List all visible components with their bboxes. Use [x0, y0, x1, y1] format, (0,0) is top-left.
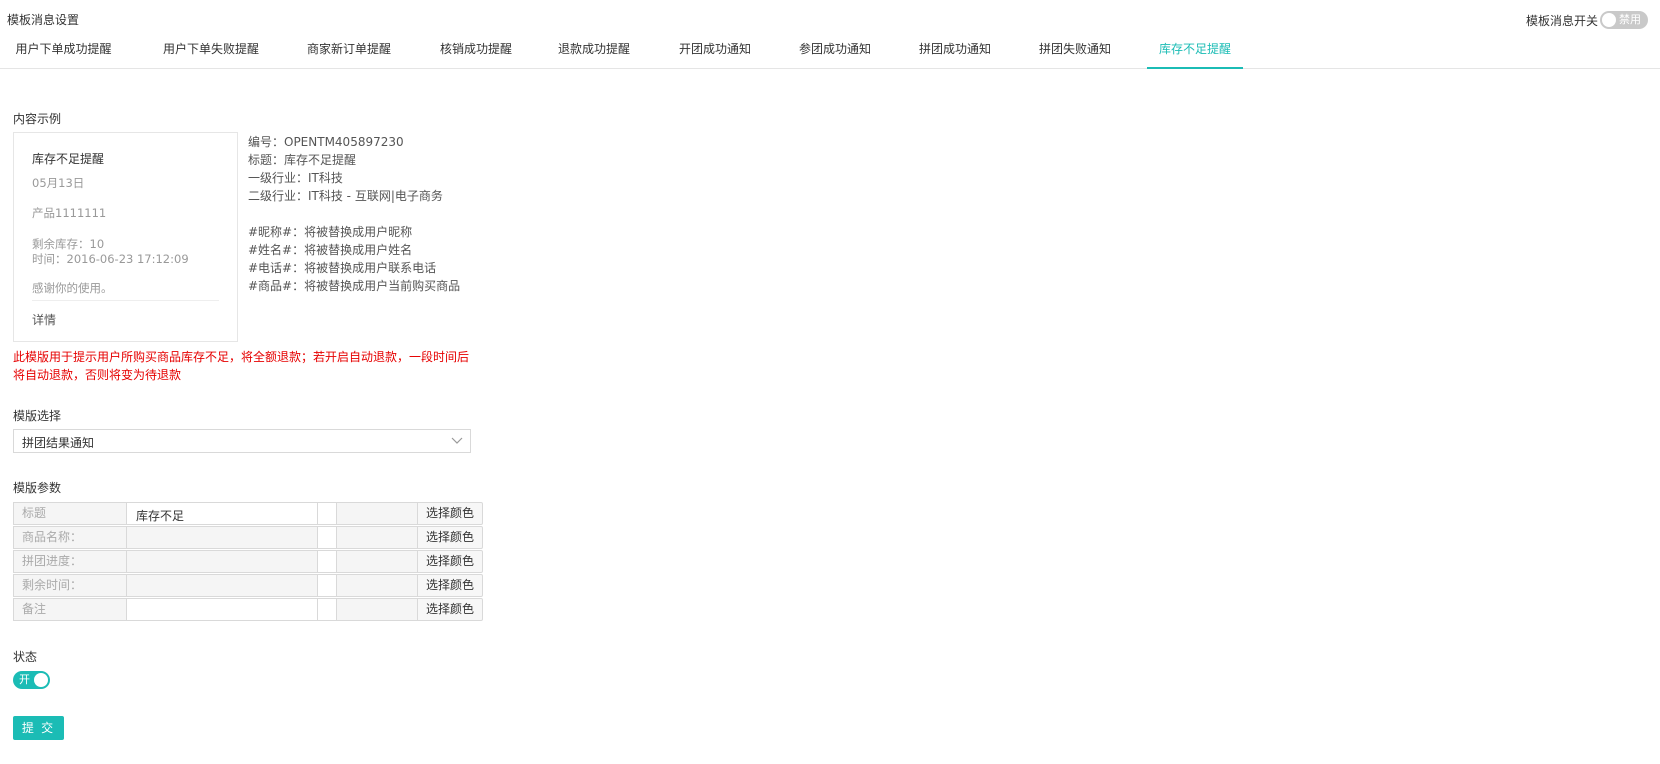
param-row-progress: 拼团进度： 选择颜色 — [13, 550, 483, 574]
preview-product: 产品1111111 — [32, 206, 107, 220]
color-value-field — [336, 574, 418, 597]
submit-button[interactable]: 提 交 — [13, 716, 64, 740]
status-label: 状态 — [13, 650, 38, 664]
color-swatch — [317, 574, 337, 597]
tab-order-success[interactable]: 用户下单成功提醒 — [2, 34, 125, 69]
template-code: 编号：OPENTM405897230 — [248, 135, 404, 149]
template-select-value: 拼团结果通知 — [22, 436, 95, 450]
param-label: 剩余时间： — [13, 574, 127, 597]
preview-stock: 剩余库存：10 — [32, 237, 105, 251]
preview-divider — [32, 300, 219, 301]
status-toggle-text: 开 — [19, 673, 30, 686]
master-switch: 模板消息开关 禁用 — [1526, 11, 1648, 29]
param-label: 商品名称： — [13, 526, 127, 549]
template-industry-2: 二级行业：IT科技 - 互联网|电子商务 — [248, 189, 443, 203]
page-title: 模板消息设置 — [7, 13, 80, 27]
color-swatch — [317, 502, 337, 525]
color-swatch — [317, 526, 337, 549]
choose-color-button[interactable]: 选择颜色 — [417, 598, 483, 621]
tab-group-success[interactable]: 拼团成功通知 — [905, 34, 1005, 69]
content-example-label: 内容示例 — [13, 112, 62, 126]
var-phone: #电话#：将被替换成用户联系电话 — [248, 261, 437, 275]
chevron-down-icon — [451, 437, 463, 444]
param-label: 备注 — [13, 598, 127, 621]
param-row-goods: 商品名称： 选择颜色 — [13, 526, 483, 550]
template-industry-1: 一级行业：IT科技 — [248, 171, 343, 185]
color-swatch — [317, 598, 337, 621]
preview-title: 库存不足提醒 — [32, 152, 105, 166]
toggle-knob — [34, 673, 48, 687]
toggle-state-text: 禁用 — [1619, 13, 1641, 26]
param-value-input[interactable]: 库存不足 — [126, 502, 318, 525]
template-select-label: 模版选择 — [13, 409, 62, 423]
param-row-remaining: 剩余时间： 选择颜色 — [13, 574, 483, 598]
color-value-field — [336, 502, 418, 525]
preview-time: 时间：2016-06-23 17:12:09 — [32, 252, 189, 266]
template-info: 编号：OPENTM405897230 标题：库存不足提醒 一级行业：IT科技 二… — [248, 133, 460, 295]
tab-group-join[interactable]: 参团成功通知 — [785, 34, 885, 69]
warning-line-2: 将自动退款，否则将变为待退款 — [13, 368, 182, 382]
preview-date: 05月13日 — [32, 176, 85, 190]
warning-line-1: 此模版用于提示用户所购买商品库存不足，将全额退款；若开启自动退款，一段时间后 — [13, 350, 470, 364]
color-swatch — [317, 550, 337, 573]
param-value: 库存不足 — [136, 509, 185, 523]
tab-order-fail[interactable]: 用户下单失败提醒 — [145, 34, 277, 69]
param-value-input — [126, 574, 318, 597]
color-value-field — [336, 526, 418, 549]
tab-bar: 用户下单成功提醒 用户下单失败提醒 商家新订单提醒 核销成功提醒 退款成功提醒 … — [0, 34, 1660, 69]
param-label: 拼团进度： — [13, 550, 127, 573]
var-name: #姓名#：将被替换成用户姓名 — [248, 243, 413, 257]
param-table: 标题 库存不足 选择颜色 商品名称： 选择颜色 拼团进度： 选择颜色 剩余时间：… — [13, 502, 483, 622]
preview-card: 库存不足提醒 05月13日 产品1111111 剩余库存：10 时间：2016-… — [13, 132, 238, 342]
status-toggle[interactable]: 开 — [13, 671, 50, 689]
master-switch-toggle[interactable]: 禁用 — [1600, 11, 1648, 29]
param-row-title: 标题 库存不足 选择颜色 — [13, 502, 483, 526]
param-value-input — [126, 550, 318, 573]
tab-group-open[interactable]: 开团成功通知 — [665, 34, 765, 69]
choose-color-button[interactable]: 选择颜色 — [417, 502, 483, 525]
param-row-remark: 备注 选择颜色 — [13, 598, 483, 622]
var-goods: #商品#：将被替换成用户当前购买商品 — [248, 279, 461, 293]
param-value-input — [126, 526, 318, 549]
tab-refund-success[interactable]: 退款成功提醒 — [544, 34, 644, 69]
choose-color-button[interactable]: 选择颜色 — [417, 574, 483, 597]
preview-thanks: 感谢你的使用。 — [32, 281, 113, 295]
tab-verify-success[interactable]: 核销成功提醒 — [421, 34, 531, 69]
param-label: 标题 — [13, 502, 127, 525]
choose-color-button[interactable]: 选择颜色 — [417, 550, 483, 573]
tab-new-order[interactable]: 商家新订单提醒 — [293, 34, 405, 69]
color-value-field — [336, 550, 418, 573]
tab-stock-low[interactable]: 库存不足提醒 — [1147, 34, 1243, 69]
var-nickname: #昵称#：将被替换成用户昵称 — [248, 225, 413, 239]
choose-color-button[interactable]: 选择颜色 — [417, 526, 483, 549]
tab-group-fail[interactable]: 拼团失败通知 — [1025, 34, 1125, 69]
preview-detail-link[interactable]: 详情 — [32, 311, 56, 328]
template-title: 标题：库存不足提醒 — [248, 153, 357, 167]
warning-text: 此模版用于提示用户所购买商品库存不足，将全额退款；若开启自动退款，一段时间后 将… — [13, 348, 473, 384]
master-switch-label: 模板消息开关 — [1525, 13, 1598, 28]
toggle-knob — [1602, 13, 1616, 27]
template-select[interactable]: 拼团结果通知 — [13, 429, 471, 453]
template-params-label: 模版参数 — [13, 481, 62, 495]
color-value-field — [336, 598, 418, 621]
param-value-input[interactable] — [126, 598, 318, 621]
